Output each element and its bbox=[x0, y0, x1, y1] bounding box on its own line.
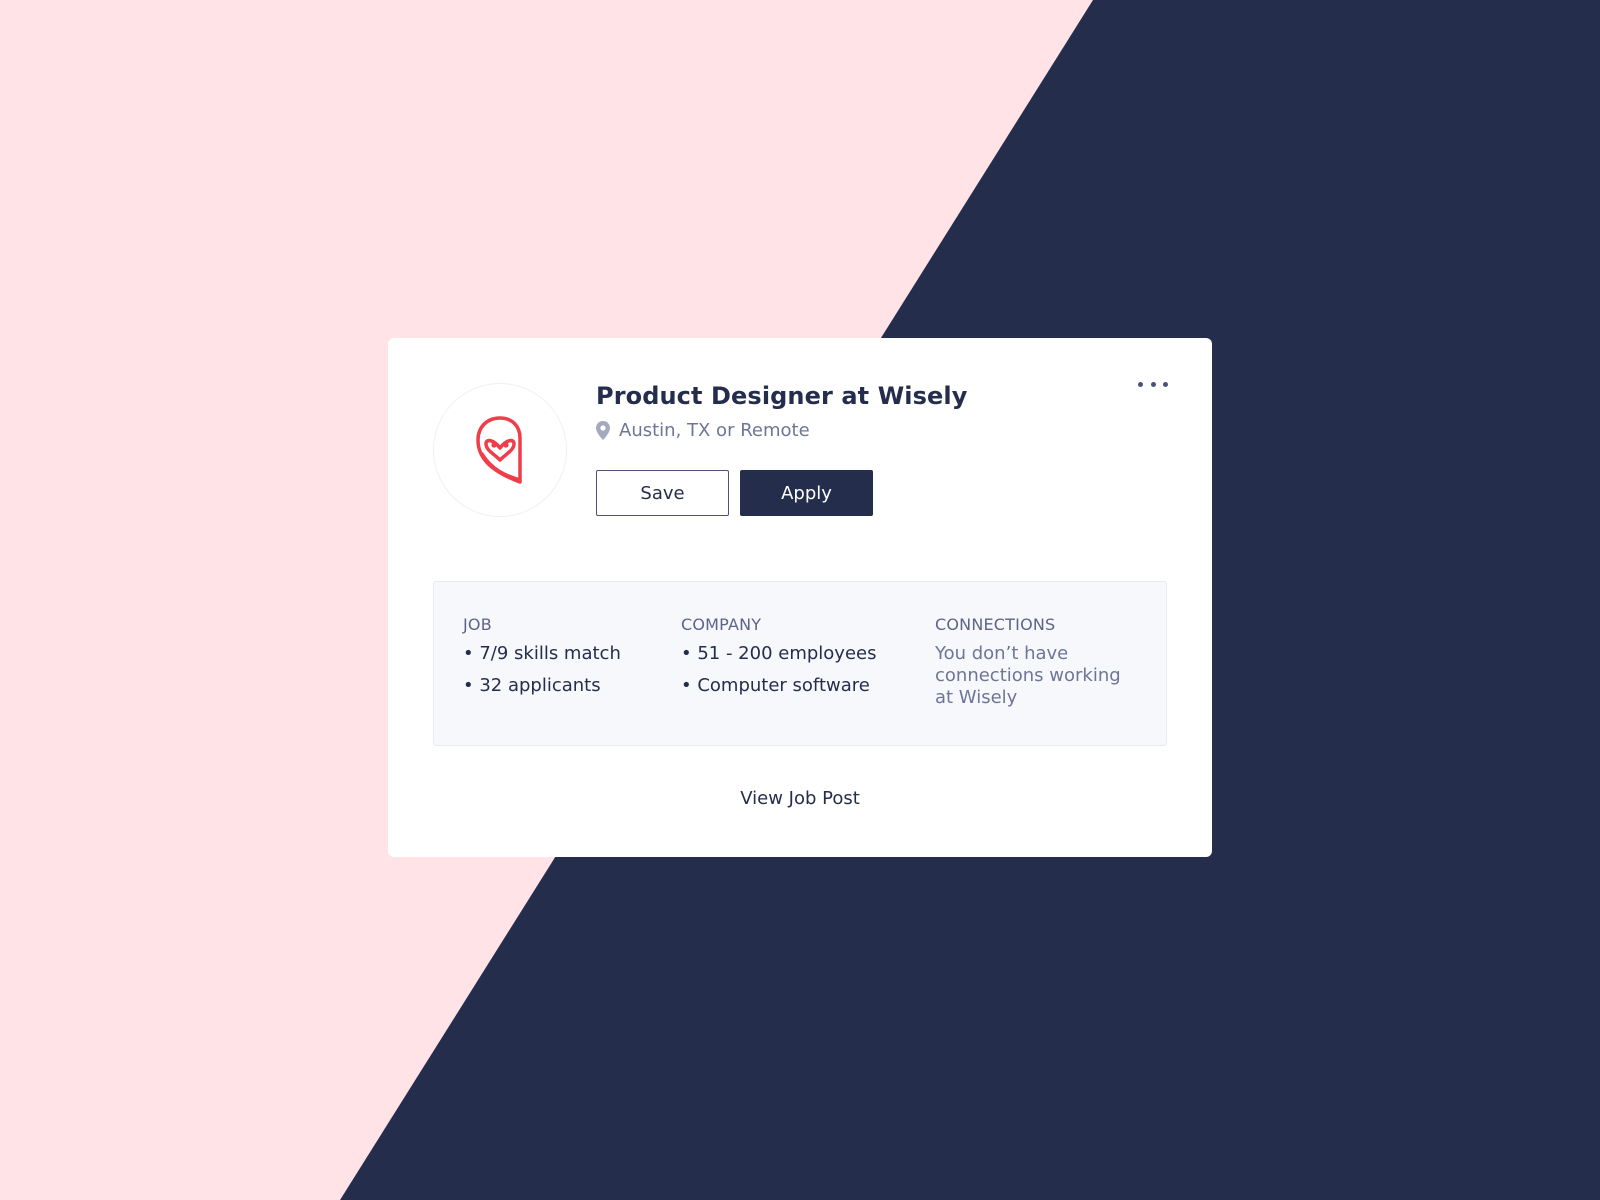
save-button[interactable]: Save bbox=[596, 470, 729, 516]
job-info-panel: JOB • 7/9 skills match • 32 applicants C… bbox=[433, 581, 1167, 746]
more-dot bbox=[1150, 381, 1156, 387]
company-size: • 51 - 200 employees bbox=[681, 643, 877, 664]
job-card: Product Designer at Wisely Austin, TX or… bbox=[388, 338, 1212, 857]
location-text: Austin, TX or Remote bbox=[619, 420, 810, 441]
job-heading: JOB bbox=[463, 615, 492, 634]
more-dot bbox=[1138, 381, 1143, 387]
applicants-count: • 32 applicants bbox=[463, 675, 601, 696]
more-options-button[interactable] bbox=[1138, 374, 1168, 394]
skills-match: • 7/9 skills match bbox=[463, 643, 621, 664]
company-heading: COMPANY bbox=[681, 615, 762, 634]
connections-heading: CONNECTIONS bbox=[935, 615, 1056, 634]
map-pin-icon bbox=[596, 421, 610, 440]
job-location: Austin, TX or Remote bbox=[596, 420, 810, 441]
job-title: Product Designer at Wisely bbox=[596, 382, 968, 410]
apply-button[interactable]: Apply bbox=[740, 470, 873, 516]
job-column: JOB • 7/9 skills match • 32 applicants bbox=[463, 615, 663, 707]
connections-column: CONNECTIONS You don’t have connections w… bbox=[935, 615, 1135, 709]
connections-text: You don’t have connections working at Wi… bbox=[935, 643, 1121, 708]
more-dot bbox=[1163, 381, 1168, 387]
owl-logo-icon bbox=[476, 416, 522, 484]
company-column: COMPANY • 51 - 200 employees • Computer … bbox=[681, 615, 911, 707]
company-industry: • Computer software bbox=[681, 675, 870, 696]
view-job-post-link[interactable]: View Job Post bbox=[388, 788, 1212, 809]
company-logo bbox=[433, 383, 567, 517]
